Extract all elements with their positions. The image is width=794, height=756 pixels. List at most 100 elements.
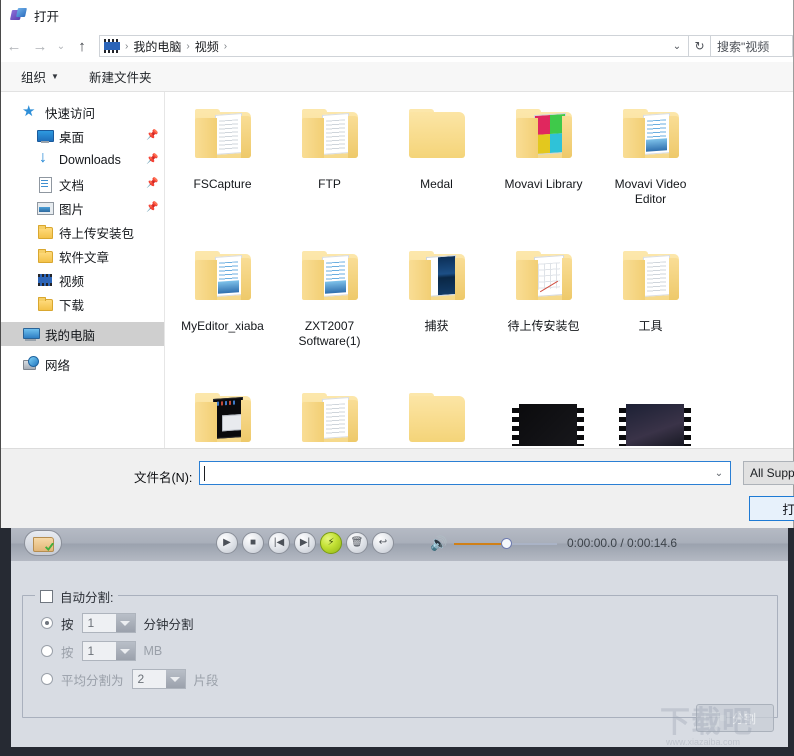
chevron-down-icon[interactable] — [115, 642, 135, 660]
folder-bluedoc-icon — [619, 104, 683, 168]
sidebar-item-6[interactable]: 软件文章 — [1, 244, 164, 268]
sidebar-item-8[interactable]: 下载 — [1, 292, 164, 316]
download-icon — [37, 149, 53, 168]
next-button[interactable]: ▶| — [294, 532, 316, 554]
organize-menu[interactable]: 组织 ▼ — [21, 67, 59, 86]
sidebar-item-label: Downloads — [59, 153, 121, 167]
filename-input[interactable]: ⌄ — [199, 461, 731, 485]
filetype-select[interactable]: All Supp — [743, 461, 794, 485]
file-item[interactable]: Movavi Video Editor — [597, 100, 704, 242]
breadcrumb-item-video[interactable]: 视频 — [192, 38, 222, 55]
split-option-spinner[interactable]: 1 — [81, 641, 136, 661]
split-button[interactable]: 分割 — [696, 704, 774, 732]
split-option-row-1[interactable]: 按 1 MB — [41, 641, 162, 661]
stop-button[interactable]: ■ — [242, 532, 264, 554]
auto-split-legend: 自动分割: — [35, 587, 119, 606]
refresh-icon[interactable]: ↻ — [688, 36, 710, 56]
split-option-value: 1 — [87, 644, 95, 658]
file-item[interactable]: Medal — [383, 100, 490, 242]
previous-button[interactable]: |◀ — [268, 532, 290, 554]
search-input[interactable]: 搜索"视频 — [711, 35, 793, 57]
split-option-radio[interactable] — [41, 645, 53, 657]
sidebar-item-label: 下载 — [59, 298, 85, 313]
sidebar-item-5[interactable]: 待上传安装包 — [1, 220, 164, 244]
sidebar-item-label: 软件文章 — [59, 250, 110, 265]
time-display: 0:00:00.0 / 0:00:14.6 — [567, 536, 678, 550]
chevron-down-icon: ▼ — [51, 72, 59, 81]
folder-docs-icon — [619, 246, 683, 310]
file-item-label: 捕获 — [424, 319, 449, 333]
arrow-right-icon[interactable]: → — [27, 33, 53, 59]
sidebar-item-label: 我的电脑 — [45, 328, 96, 343]
file-item[interactable]: MyEditor_xiaba — [169, 242, 276, 384]
pin-icon[interactable]: 📌 — [146, 178, 158, 190]
sidebar-item-7[interactable]: 视频 — [1, 268, 164, 292]
undo-button[interactable]: ↩ — [372, 532, 394, 554]
file-item[interactable]: Movavi Library — [490, 100, 597, 242]
file-item-label: Medal — [420, 177, 453, 191]
split-option-suffix: MB — [143, 644, 163, 658]
split-option-row-0[interactable]: 按 1 分钟分割 — [41, 613, 194, 633]
auto-split-label: 自动分割: — [60, 591, 114, 605]
sidebar-item-10[interactable]: 网络 — [1, 352, 164, 376]
split-option-radio[interactable] — [41, 673, 53, 685]
pin-icon[interactable]: 📌 — [146, 130, 158, 142]
chevron-down-icon[interactable]: ⌄ — [53, 33, 69, 59]
chevron-down-icon[interactable]: ⌄ — [668, 36, 686, 56]
auto-split-checkbox[interactable] — [40, 590, 53, 603]
file-item[interactable]: 工具 — [597, 242, 704, 384]
sidebar-item-0[interactable]: 快速访问 — [1, 100, 164, 124]
open-button[interactable]: 打开( — [749, 496, 794, 521]
file-item-label: 工具 — [638, 319, 663, 333]
file-item[interactable]: FSCapture — [169, 100, 276, 242]
chevron-down-icon[interactable]: ⌄ — [709, 463, 729, 483]
chevron-down-icon[interactable] — [115, 614, 135, 632]
file-item-label: FSCapture — [193, 177, 252, 191]
quick-button[interactable]: ⚡ — [320, 532, 342, 554]
file-item-partial[interactable] — [490, 384, 597, 448]
file-item-label: ZXT2007 Software(1) — [298, 319, 361, 348]
open-folder-icon — [33, 536, 54, 552]
open-file-button[interactable] — [24, 530, 62, 556]
volume-knob[interactable] — [501, 538, 512, 549]
dialog-toolbar: 组织 ▼ 新建文件夹 — [1, 62, 793, 92]
sidebar-item-label: 视频 — [59, 274, 85, 289]
window-frame-right — [788, 520, 794, 756]
text-caret — [204, 465, 205, 481]
arrow-up-icon[interactable]: ↑ — [69, 33, 95, 59]
play-button[interactable]: ▶ — [216, 532, 238, 554]
file-item[interactable]: 待上传安装包 — [490, 242, 597, 384]
file-item[interactable]: 软件文章 — [276, 384, 383, 448]
volume-slider[interactable] — [454, 538, 557, 549]
sidebar-item-4[interactable]: 图片 📌 — [1, 196, 164, 220]
pin-icon[interactable]: 📌 — [146, 202, 158, 214]
file-item-partial[interactable] — [597, 384, 704, 448]
split-button-label: 分割 — [732, 711, 757, 726]
pin-icon — [146, 226, 156, 238]
sidebar-item-2[interactable]: Downloads 📌 — [1, 148, 164, 172]
split-option-spinner[interactable]: 2 — [131, 669, 186, 689]
split-option-spinner[interactable]: 1 — [81, 613, 136, 633]
file-item[interactable]: 捕获 — [383, 242, 490, 384]
file-item[interactable]: FTP — [276, 100, 383, 242]
new-folder-button[interactable]: 新建文件夹 — [89, 67, 152, 86]
arrow-left-icon[interactable]: ← — [1, 33, 27, 59]
folder-icon — [37, 296, 53, 312]
sidebar-item-1[interactable]: 桌面 📌 — [1, 124, 164, 148]
folder-bluedoc-icon — [298, 246, 362, 310]
pin-icon[interactable]: 📌 — [146, 154, 158, 166]
sidebar-item-9[interactable]: 我的电脑 — [1, 322, 164, 346]
file-item-partial[interactable] — [383, 384, 490, 448]
delete-button[interactable]: 🗑 — [346, 532, 368, 554]
file-list-area[interactable]: FSCapture FTP Medal Movavi Library Movavi Vi… — [165, 92, 793, 448]
address-bar[interactable]: › 我的电脑 › 视频 › ⌄ ↻ — [99, 35, 711, 57]
file-item[interactable]: 金舟录屏大师 — [169, 384, 276, 448]
breadcrumb-item-pc[interactable]: 我的电脑 — [130, 38, 184, 55]
file-item[interactable]: ZXT2007 Software(1) — [276, 242, 383, 384]
chevron-down-icon[interactable] — [165, 670, 185, 688]
sidebar-item-3[interactable]: 文档 📌 — [1, 172, 164, 196]
speaker-icon[interactable]: 🔊 — [430, 536, 447, 550]
video-folder-icon — [104, 39, 120, 53]
split-option-radio[interactable] — [41, 617, 53, 629]
split-option-row-2[interactable]: 平均分割为 2 片段 — [41, 669, 219, 689]
